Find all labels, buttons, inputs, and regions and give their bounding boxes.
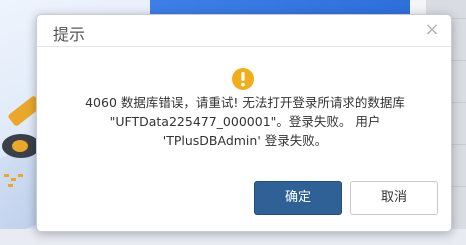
close-icon[interactable]: × <box>423 21 441 39</box>
error-message: 4060 数据库错误，请重试! 无法打开登录所请求的数据库 "UFTData22… <box>47 93 443 150</box>
dialog-header: 提示 × <box>37 15 451 47</box>
error-message-line: 'TPlusDBAdmin' 登录失败。 <box>162 133 328 148</box>
dialog-title: 提示 <box>53 25 86 44</box>
error-message-line: 4060 数据库错误，请重试! 无法打开登录所请求的数据库 <box>85 95 405 110</box>
decorative-stripe <box>11 178 16 181</box>
cancel-button[interactable]: 取消 <box>350 181 438 215</box>
ok-button[interactable]: 确定 <box>254 181 342 215</box>
warning-icon <box>232 68 254 90</box>
decorative-machine-light <box>12 140 28 152</box>
decorative-stripe <box>8 184 13 187</box>
alert-dialog: 提示 × 4060 数据库错误，请重试! 无法打开登录所请求的数据库 "UFTD… <box>36 14 452 232</box>
decorative-stripe <box>4 174 9 177</box>
error-message-line: "UFTData225477_000001"。登录失败。 用户 <box>109 114 381 129</box>
decorative-stripe <box>18 174 23 177</box>
